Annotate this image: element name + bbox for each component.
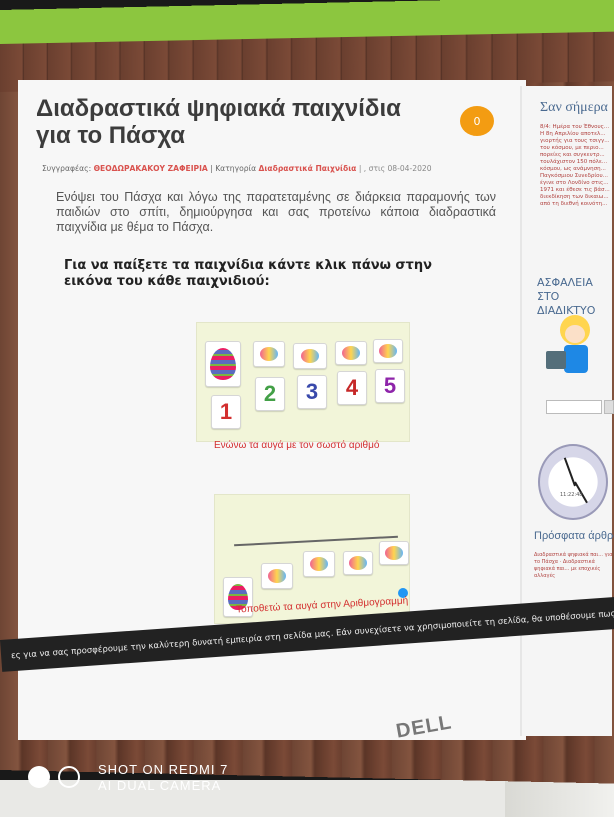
category-link[interactable]: Διαδραστικά Παιχνίδια [259,164,357,173]
post-title[interactable]: Διαδραστικά ψηφιακά παιχνίδια για το Πάσ… [36,95,416,149]
recent-posts-title: Πρόσφατα άρθρα [534,530,614,542]
egg-icon [342,346,360,360]
egg-icon [385,546,403,560]
number-label: 5 [383,373,397,398]
author-link[interactable]: ΘΕΟΔΩΡΑΚΑΚΟΥ ΖΑΦΕΙΡΙΑ [94,164,208,173]
comment-count-badge[interactable]: 0 [460,106,494,136]
category-label: | Κατηγορία [210,164,257,173]
egg-icon [260,347,278,361]
egg-group-tile [303,551,335,577]
post-meta: Συγγραφέας: ΘΕΟΔΩΡΑΚΑΚΟΥ ΖΑΦΕΙΡΙΑ | Κατη… [42,164,512,173]
egg-group-tile [335,341,367,365]
intro-paragraph: Ενόψει του Πάσχα και λόγω της παρατεταμέ… [56,190,496,234]
number-label: 1 [219,399,233,424]
game-caption[interactable]: Ενώνω τα αυγά με τον σωστό αριθμό [214,440,379,451]
egg-group-tile [379,541,409,565]
recent-posts-list[interactable]: Διαδραστικά ψηφιακά παι... για το Πάσχα … [534,552,614,580]
egg-icon [268,569,286,583]
number-tile-3[interactable]: 3 [297,375,327,409]
number-label: 2 [263,381,277,406]
child-computer-illustration[interactable] [546,315,602,385]
egg-icon [310,557,328,571]
number-tile-2[interactable]: 2 [255,377,285,411]
number-label: 3 [305,379,319,404]
egg-group-tile [343,551,373,575]
number-tile-1[interactable]: 1 [211,395,241,429]
egg-group-tile [373,339,403,363]
egg-icon [210,348,236,380]
search-button[interactable] [604,400,614,414]
watermark-line-2: AI DUAL CAMERA [98,778,222,793]
egg-group-tile [253,341,285,367]
number-tile-5[interactable]: 5 [375,369,405,403]
camera-logo-filled-circle-icon [28,766,50,788]
today-widget-text: 8/4: Ημέρα του Έθνους... Η 8η Απριλίου α… [540,124,610,207]
search-input[interactable] [546,400,602,414]
internet-safety-title: ΑΣΦΑΛΕΙΑ ΣΤΟ ΔΙΑΔΙΚΤΥΟ [537,276,596,317]
camera-watermark-text: SHOT ON REDMI 7 AI DUAL CAMERA [98,762,228,794]
computer-icon [546,351,566,369]
egg-icon [301,349,319,363]
egg-icon [379,344,397,358]
egg-group-tile [261,563,293,589]
instruction-text: Για να παίξετε τα παιχνίδια κάντε κλικ π… [64,258,432,289]
number-tile-4[interactable]: 4 [337,371,367,405]
number-label: 4 [345,375,359,400]
clock-widget: 11:22:48 [538,444,608,520]
watermark-line-1: SHOT ON REDMI 7 [98,762,229,777]
camera-logo-outline-circle-icon [58,766,80,788]
egg-group-tile [293,343,327,369]
today-widget-title: Σαν σήμερα [540,100,608,115]
clock-digital-readout: 11:22:48 [560,492,583,498]
game-match-eggs-numbers[interactable]: 1 2 3 4 5 [196,322,410,442]
egg-tile [205,341,241,387]
post-date: | , στις 08-04-2020 [358,164,432,173]
author-label: Συγγραφέας: [42,164,92,173]
egg-icon [349,556,367,570]
comment-count: 0 [473,114,481,128]
